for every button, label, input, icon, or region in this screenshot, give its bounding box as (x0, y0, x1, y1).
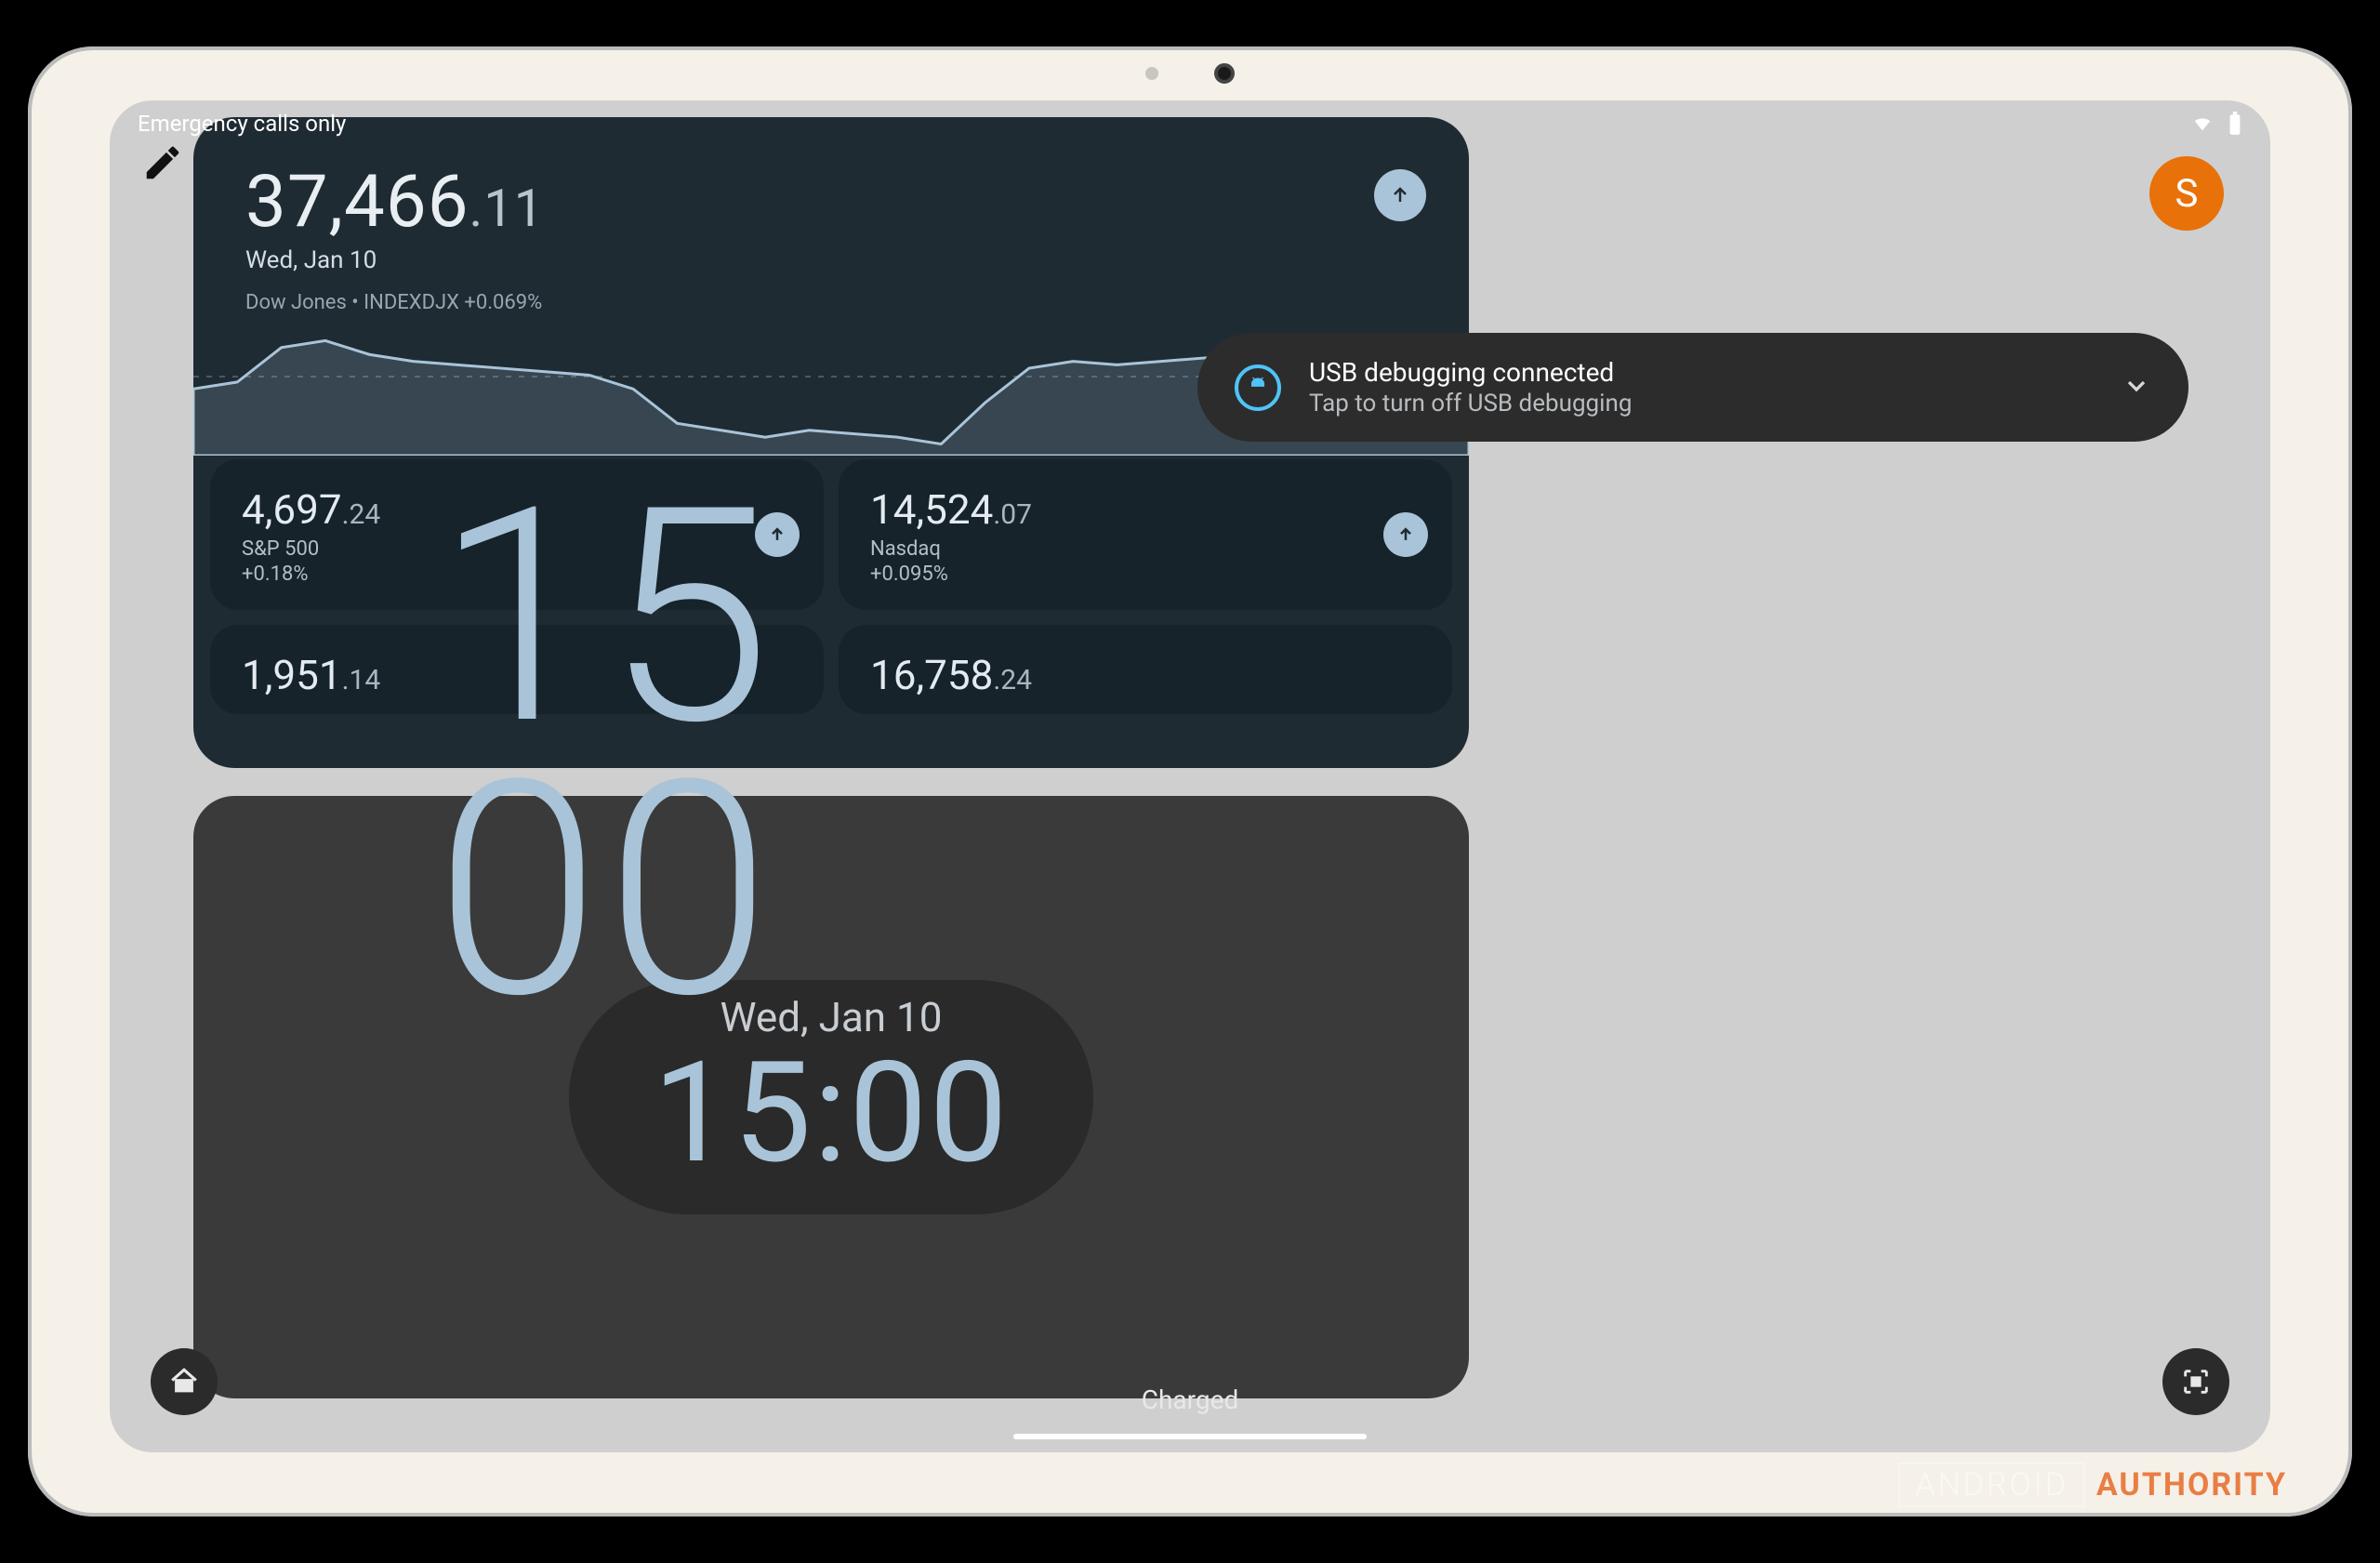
status-bar: Emergency calls only (110, 106, 2270, 141)
finance-date: Wed, Jan 10 (245, 246, 1417, 274)
arrow-up-icon[interactable] (1374, 169, 1426, 221)
price-dec: .11 (469, 178, 545, 239)
tile-index-4[interactable]: 16,758.24 (839, 625, 1452, 714)
tile-change: +0.095% (870, 563, 1421, 586)
camera-bar (1145, 63, 1235, 84)
gesture-nav-handle[interactable] (1013, 1434, 1367, 1439)
watermark-brand: ANDROID (1898, 1463, 2085, 1507)
sensor-dot (1145, 67, 1158, 80)
battery-icon (2228, 112, 2242, 136)
home-button[interactable] (151, 1348, 218, 1415)
network-status: Emergency calls only (138, 111, 346, 137)
watermark: ANDROID AUTHORITY (1898, 1463, 2287, 1507)
tile-price-dec: .24 (993, 664, 1032, 696)
finance-subline: Dow Jones • INDEXDJX +0.069% (245, 291, 1417, 314)
qr-scan-button[interactable] (2162, 1348, 2229, 1415)
tile-price-int: 16,758 (870, 651, 993, 699)
price-int: 37,466 (245, 160, 469, 245)
lockscreen-minute: 00 (435, 755, 776, 1028)
lockscreen-clock: 15 00 (435, 482, 776, 1029)
status-icons (2190, 112, 2242, 136)
watermark-publisher: AUTHORITY (2096, 1466, 2287, 1503)
tile-price-dec: .07 (993, 498, 1032, 531)
tile-price-int: 14,524 (870, 485, 993, 534)
avatar-initial: S (2175, 171, 2199, 217)
chevron-down-icon[interactable] (2122, 371, 2151, 404)
wifi-icon (2190, 113, 2215, 134)
tile-price-int: 1,951 (242, 651, 342, 699)
edit-icon[interactable] (141, 141, 184, 188)
avatar[interactable]: S (2149, 156, 2224, 231)
usb-debug-notification[interactable]: USB debugging connected Tap to turn off … (1197, 333, 2188, 442)
finance-header: 37,466.11 Wed, Jan 10 Dow Jones • INDEXD… (193, 117, 1469, 325)
notification-title: USB debugging connected (1309, 357, 2094, 388)
front-camera (1214, 63, 1235, 84)
android-head-icon (1235, 364, 1281, 411)
finance-tiles: 4,697.24 S&P 500 +0.18% 14,524.07 Nasdaq… (193, 459, 1469, 714)
tile-nasdaq[interactable]: 14,524.07 Nasdaq +0.095% (839, 459, 1452, 610)
tile-price-dec: .24 (342, 498, 381, 531)
charge-status: Charged (1142, 1384, 1238, 1415)
finance-widget[interactable]: 37,466.11 Wed, Jan 10 Dow Jones • INDEXD… (193, 117, 1469, 768)
tile-price-int: 4,697 (242, 485, 342, 534)
notification-body: USB debugging connected Tap to turn off … (1309, 357, 2094, 417)
tile-name: Nasdaq (870, 537, 1421, 561)
main-index-price: 37,466.11 (245, 160, 1417, 245)
lockscreen-hour: 15 (435, 482, 776, 755)
notification-subtitle: Tap to turn off USB debugging (1309, 390, 2094, 417)
arrow-up-icon (1383, 512, 1428, 557)
tile-price-dec: .14 (342, 664, 381, 696)
screen: Emergency calls only S 37,466.11 Wed, Ja… (110, 100, 2270, 1452)
clock-widget[interactable]: Wed, Jan 10 15:00 (193, 796, 1469, 1398)
